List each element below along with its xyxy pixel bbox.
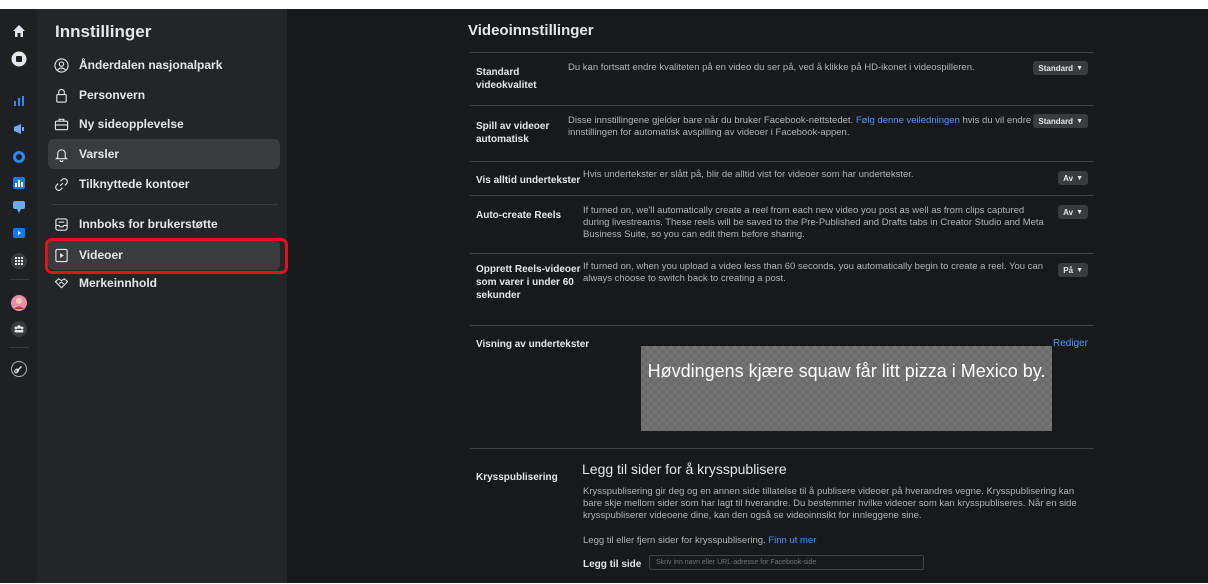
link-icon[interactable] xyxy=(11,361,27,377)
setting-row-video-quality: Standard videokvalitet Du kan fortsatt e… xyxy=(470,52,1094,100)
caret-down-icon: ▼ xyxy=(1076,266,1083,274)
settings-sidebar: Innstillinger Ånderdalen nasjonalpark Pe… xyxy=(38,9,287,583)
sidebar-item-videos[interactable]: Videoer xyxy=(48,240,280,270)
clock-icon[interactable] xyxy=(11,149,27,165)
app-window: Innstillinger Ånderdalen nasjonalpark Pe… xyxy=(0,9,1208,583)
setting-description: If turned on, when you upload a video le… xyxy=(583,261,1044,284)
caret-down-icon: ▼ xyxy=(1076,208,1083,216)
setting-row-autoplay: Spill av videoer automatisk Disse innsti… xyxy=(470,105,1094,154)
sidebar-item-label: Merkeinnhold xyxy=(79,276,158,290)
sidebar-item-label: Varsler xyxy=(79,147,120,161)
sidebar-item-new-page-experience[interactable]: Ny sideopplevelse xyxy=(48,109,280,139)
setting-description: Disse innstillingene gjelder bare når du… xyxy=(568,115,1032,138)
add-page-label: Legg til side xyxy=(583,559,642,570)
setting-label: Opprett Reels-videoer som varer i under … xyxy=(476,264,581,301)
setting-label: Auto-create Reels xyxy=(476,210,562,221)
setting-description: Hvis undertekster er slått på, blir de a… xyxy=(583,169,914,180)
insights-icon[interactable] xyxy=(11,93,27,109)
grid-menu-icon[interactable] xyxy=(11,253,27,269)
autoplay-dropdown[interactable]: Standard ▼ xyxy=(1033,114,1088,128)
crosspost-manage-text: Legg til eller fjern sider for krysspubl… xyxy=(583,535,817,546)
sidebar-item-branded-content[interactable]: Merkeinnhold xyxy=(48,268,280,298)
caret-down-icon: ▼ xyxy=(1076,174,1083,182)
caption-preview: Høvdingens kjære squaw får litt pizza i … xyxy=(641,346,1052,431)
setting-label: Vis alltid undertekster xyxy=(476,175,581,186)
user-circle-icon xyxy=(53,57,69,73)
bell-icon xyxy=(53,146,69,162)
home-icon[interactable] xyxy=(11,23,27,39)
icon-rail xyxy=(0,9,39,583)
page-avatar-icon[interactable] xyxy=(11,51,27,67)
dropdown-value: Standard xyxy=(1038,116,1074,126)
dropdown-value: På xyxy=(1063,265,1074,275)
setting-row-auto-create-reels: Auto-create Reels If turned on, we'll au… xyxy=(470,195,1094,250)
always-captions-dropdown[interactable]: Av ▼ xyxy=(1058,171,1088,185)
setting-label: Standard videokvalitet xyxy=(476,67,537,91)
page-title: Videoinnstillinger xyxy=(468,22,594,39)
sidebar-item-label: Ny sideopplevelse xyxy=(79,117,184,131)
setting-description: If turned on, we'll automatically create… xyxy=(583,205,1044,240)
setting-label: Krysspublisering xyxy=(476,472,558,483)
dropdown-value: Av xyxy=(1063,207,1074,217)
setting-row-always-captions: Vis alltid undertekster Hvis undertekste… xyxy=(470,161,1094,198)
sidebar-item-notifications[interactable]: Varsler xyxy=(48,139,280,169)
learn-more-link[interactable]: Finn ut mer xyxy=(768,535,816,546)
video-quality-dropdown[interactable]: Standard ▼ xyxy=(1033,61,1088,75)
sidebar-item-support-inbox[interactable]: Innboks for brukerstøtte xyxy=(48,209,280,239)
short-reels-dropdown[interactable]: På ▼ xyxy=(1058,263,1088,277)
guide-link[interactable]: Følg denne veiledningen xyxy=(856,115,960,126)
video-icon xyxy=(53,247,69,263)
sidebar-item-label: Innboks for brukerstøtte xyxy=(79,217,218,231)
sidebar-divider xyxy=(52,204,278,205)
setting-label: Spill av videoer automatisk xyxy=(476,121,550,145)
lock-icon xyxy=(53,87,69,103)
caret-down-icon: ▼ xyxy=(1076,117,1083,125)
main-content: Videoinnstillinger Standard videokvalite… xyxy=(287,9,1208,583)
link-icon xyxy=(53,176,69,192)
sidebar-item-label: Tilknyttede kontoer xyxy=(79,177,190,191)
sidebar-item-label: Videoer xyxy=(79,248,123,262)
setting-description: Du kan fortsatt endre kvaliteten på en v… xyxy=(568,62,975,73)
groups-icon[interactable] xyxy=(11,321,27,337)
caret-down-icon: ▼ xyxy=(1076,64,1083,72)
dropdown-value: Standard xyxy=(1038,63,1074,73)
dropdown-value: Av xyxy=(1063,173,1074,183)
megaphone-icon[interactable] xyxy=(11,121,27,137)
crosspost-description: Krysspublisering gir deg og en annen sid… xyxy=(583,486,1077,521)
sidebar-item-linked-accounts[interactable]: Tilknyttede kontoer xyxy=(48,169,280,199)
auto-create-reels-dropdown[interactable]: Av ▼ xyxy=(1058,205,1088,219)
ad-center-icon[interactable] xyxy=(11,199,27,215)
bar-chart-icon[interactable] xyxy=(11,175,27,191)
sidebar-item-page[interactable]: Ånderdalen nasjonalpark xyxy=(48,50,280,80)
handshake-icon xyxy=(53,275,69,291)
profile-avatar-icon[interactable] xyxy=(11,295,27,311)
setting-label: Visning av undertekster xyxy=(476,339,590,350)
add-page-input[interactable]: Skriv inn navn eller URL-adresse for Fac… xyxy=(649,555,924,570)
sidebar-item-label: Personvern xyxy=(79,88,146,102)
sidebar-item-label: Ånderdalen nasjonalpark xyxy=(79,58,223,72)
briefcase-icon xyxy=(53,116,69,132)
crosspost-title: Legg til sider for å krysspublisere xyxy=(582,461,787,477)
setting-row-short-reels: Opprett Reels-videoer som varer i under … xyxy=(470,253,1094,324)
edit-captions-link[interactable]: Rediger xyxy=(1053,338,1088,349)
sidebar-item-privacy[interactable]: Personvern xyxy=(48,80,280,110)
sidebar-title: Innstillinger xyxy=(55,22,152,41)
inbox-icon xyxy=(53,216,69,232)
creator-studio-icon[interactable] xyxy=(11,225,27,241)
